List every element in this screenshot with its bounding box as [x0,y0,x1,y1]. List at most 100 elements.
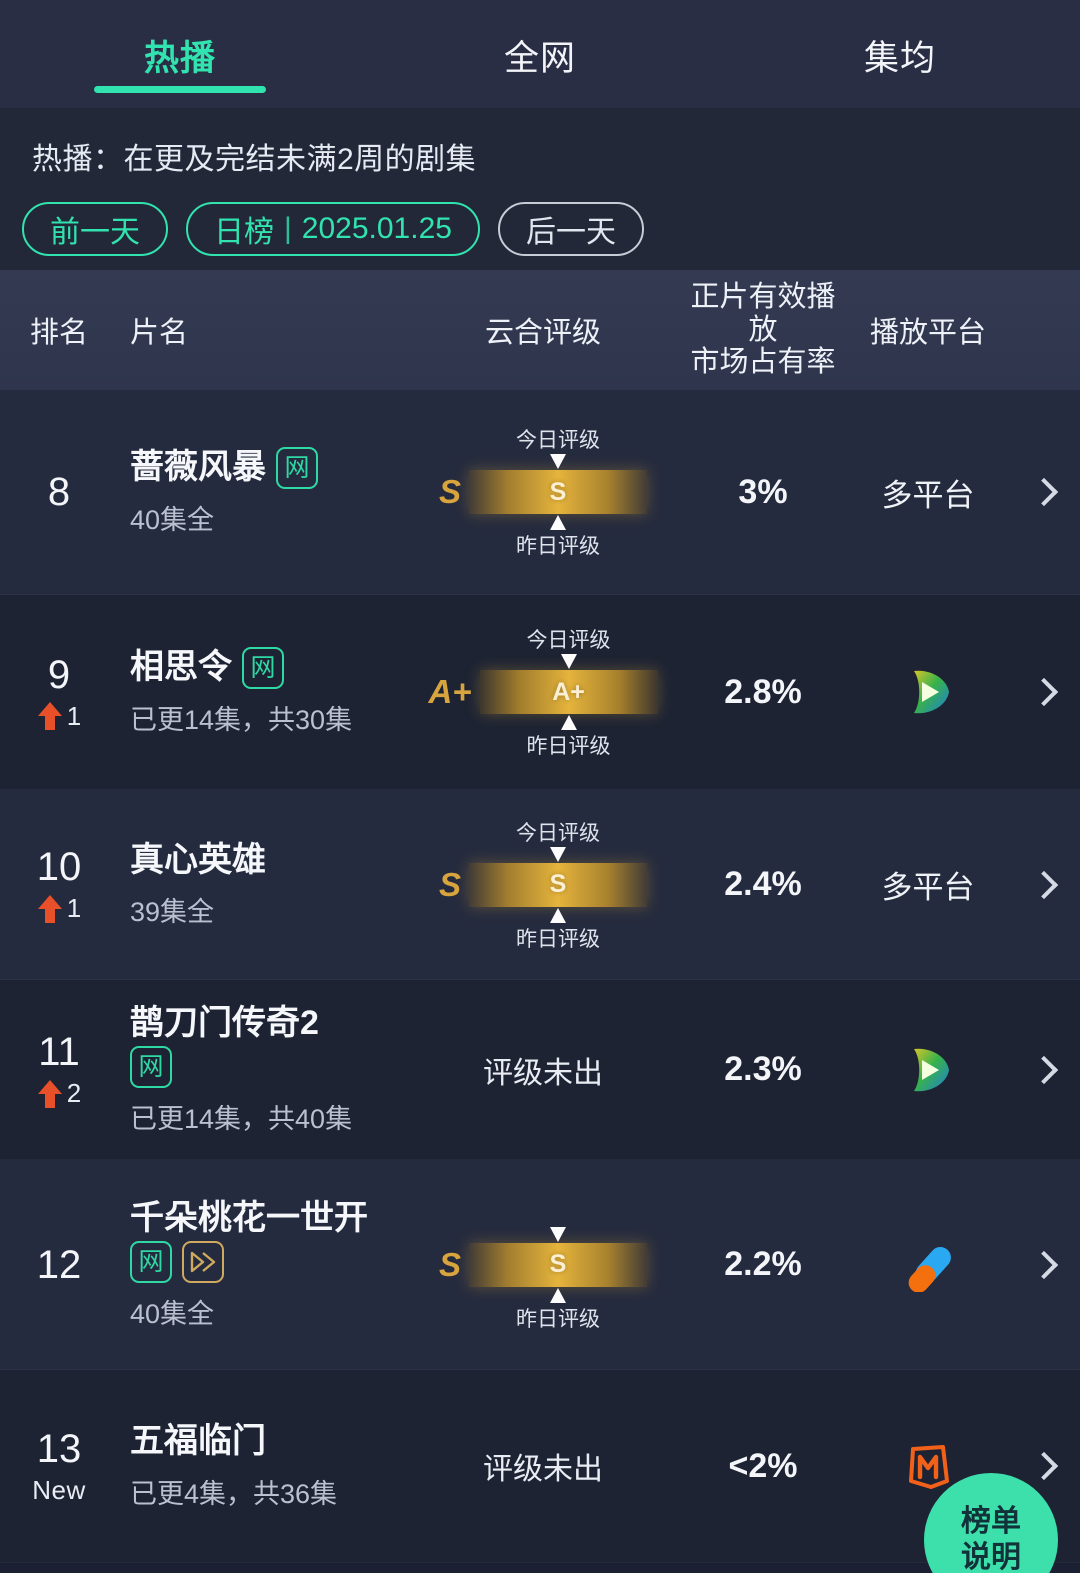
rating-grade-letter: S [438,473,461,510]
mango-tv-icon [909,1445,949,1489]
chevron-right-icon [1029,1451,1059,1481]
show-title: 相思令 [130,648,232,687]
row-detail-button[interactable] [1008,1451,1080,1481]
rank-change-value: 1 [66,700,82,731]
date-selector-button[interactable]: 日榜 | 2025.01.25 [186,202,480,256]
platform-cell[interactable]: 多平台 [848,470,1008,515]
show-title-line: 千朵桃花一世开 [130,1198,400,1239]
top-tab-bar: 热播 全网 集均 [0,0,1080,108]
chevron-right-icon [1029,477,1059,507]
rank-cell: 10 1 [0,845,118,924]
rating-gauge: S 昨日评级 [469,1226,647,1331]
rating-cell: 评级未出 [408,1048,678,1092]
tab-allnet-label: 全网 [503,39,576,78]
rating-label-yesterday: 昨日评级 [516,535,600,558]
rating-gauge: 今日评级 S 昨日评级 [469,429,647,558]
title-cell[interactable]: 相思令网已更14集，共30集 [118,647,408,737]
rating-gauge-bar: S [469,454,647,530]
rating-gauge-bar: A+ [479,654,658,730]
column-header-title: 片名 [130,317,189,349]
rating-tick-today-icon [560,654,577,669]
row-detail-button[interactable] [1008,677,1080,707]
tencent-video-icon [914,1048,949,1091]
chevron-right-icon [1029,1250,1059,1279]
platform-cell[interactable] [848,665,1008,719]
chevron-right-icon [1029,1055,1059,1084]
tab-hotplay-label: 热播 [143,39,216,78]
platform-cell[interactable] [848,1043,1008,1097]
prev-day-button[interactable]: 前一天 [22,202,168,256]
title-cell[interactable]: 千朵桃花一世开网 40集全 [118,1198,408,1331]
rank-number: 12 [36,1242,82,1287]
table-row[interactable]: 12 千朵桃花一世开网 40集全 S S 昨日评级 2.2% [0,1160,1080,1370]
rating-gauge-letter: S [549,477,567,506]
title-cell[interactable]: 鹊刀门传奇2 网已更14集，共40集 [118,1003,408,1136]
platform-name: 多平台 [881,477,975,513]
web-only-badge-icon: 网 [276,447,318,489]
rank-change: 1 [37,701,81,732]
row-detail-button[interactable] [1008,477,1080,507]
show-title: 鹊刀门传奇2 [130,1003,319,1042]
platform-cell[interactable] [848,1238,1008,1292]
table-row[interactable]: 8 蔷薇风暴网 40集全 S 今日评级 S 昨日评级 3% 多平台 [0,390,1080,595]
rating-label-yesterday: 昨日评级 [516,1307,600,1331]
rank-change: 2 [37,1078,81,1109]
market-share-value: 3% [738,472,788,511]
title-cell[interactable]: 蔷薇风暴网 40集全 [118,447,408,537]
next-day-label: 后一天 [525,216,616,249]
rating-gauge: 今日评级 S 昨日评级 [469,822,647,951]
rating-grade-letter: A+ [428,673,472,710]
rank-number: 13 [36,1426,82,1471]
next-day-button[interactable]: 后一天 [497,202,644,256]
filter-block: 热播：在更及完结未满2周的剧集 前一天 日榜 | 2025.01.25 后一天 [0,108,1080,270]
row-detail-button[interactable] [1008,1055,1080,1084]
row-detail-button[interactable] [1008,870,1080,899]
platform-name: 多平台 [881,870,975,905]
ranking-list: 8 蔷薇风暴网 40集全 S 今日评级 S 昨日评级 3% 多平台 9 1 相思令网已更14集，共30… [0,390,1080,1563]
fast-forward-badge-icon [182,1241,224,1284]
show-title: 五福临门 [130,1422,266,1461]
episode-info: 40集全 [130,505,215,535]
column-header-share-line1: 正片有效播放 [690,281,836,346]
table-row[interactable]: 13 New 五福临门 已更4集，共36集 评级未出 <2% [0,1370,1080,1563]
table-row[interactable]: 11 2 鹊刀门传奇2 网已更14集，共40集 评级未出 2.3% [0,980,1080,1160]
show-title: 蔷薇风暴 [130,448,266,487]
rating-not-released: 评级未出 [483,1056,603,1090]
rating-tick-today-icon [550,846,566,862]
row-detail-button[interactable] [1008,1250,1080,1279]
rank-cell: 8 [0,470,118,514]
rating-gauge-letter: S [549,1250,567,1278]
episode-info: 39集全 [130,897,215,928]
filter-subtitle: 热播：在更及完结未满2周的剧集 [32,143,477,176]
rank-number: 8 [47,470,71,514]
title-cell[interactable]: 真心英雄 39集全 [118,840,408,929]
rating-label-today: 今日评级 [516,821,600,845]
tab-hotplay[interactable]: 热播 [0,0,360,108]
tab-allnet[interactable]: 全网 [360,0,720,108]
market-share-value: 2.3% [724,1050,802,1088]
rating-gauge-letter: S [549,870,567,898]
market-share-value: 2.4% [724,865,802,903]
chevron-right-icon [1029,677,1059,707]
show-title-line: 鹊刀门传奇2 [130,1003,400,1044]
table-row[interactable]: 10 1 真心英雄 39集全 S 今日评级 S 昨日评级 2.4% 多平台 [0,790,1080,980]
title-cell[interactable]: 五福临门 已更4集，共36集 [118,1421,408,1510]
rating-cell: S S 昨日评级 [408,1226,678,1331]
table-row[interactable]: 9 1 相思令网已更14集，共30集 A+ 今日评级 A+ 昨日评级 2.8% [0,595,1080,790]
rank-cell: 91 [0,653,118,732]
web-only-badge-icon: 网 [242,647,284,689]
rating-not-released: 评级未出 [483,1453,603,1486]
rank-change-value: 2 [66,1078,82,1108]
table-header: 排名 片名 云合评级 正片有效播放 市场占有率 播放平台 [0,270,1080,390]
arrow-up-icon [37,1079,62,1108]
date-pill-group: 前一天 日榜 | 2025.01.25 后一天 [0,202,1080,256]
tab-avg-episode[interactable]: 集均 [720,0,1080,108]
market-share-value: <2% [728,1446,798,1485]
episode-info: 已更14集，共30集 [130,705,353,735]
platform-cell[interactable]: 多平台 [848,862,1008,907]
fab-label-line1: 榜单 [961,1505,1021,1538]
show-title-line: 五福临门 [130,1421,400,1462]
column-header-platform: 播放平台 [869,317,986,349]
rank-number: 10 [36,845,82,889]
show-badges: 网 [130,1241,408,1284]
